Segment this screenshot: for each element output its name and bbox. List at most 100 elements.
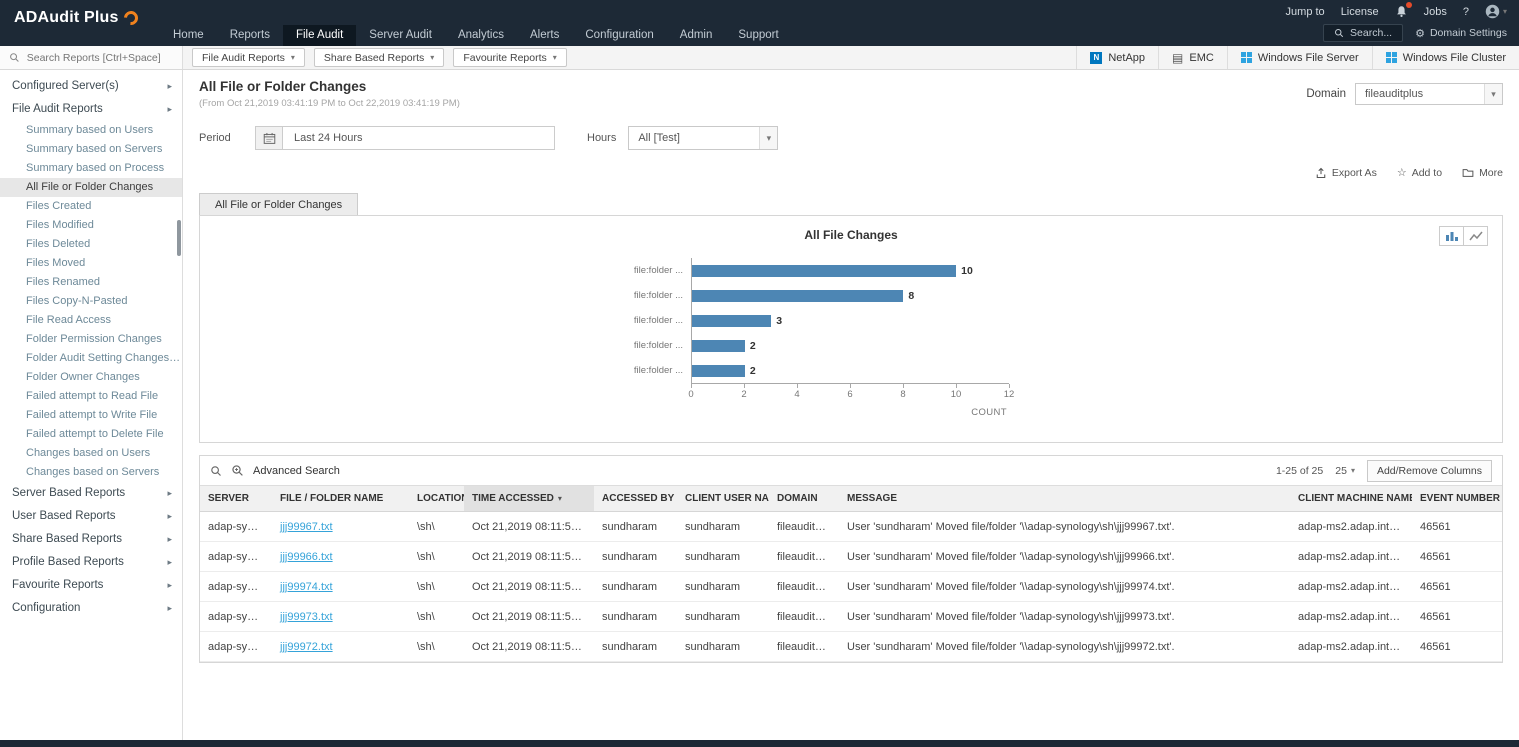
file-link[interactable]: jjj99966.txt — [272, 542, 409, 572]
sidebar-item-file-read-access[interactable]: File Read Access — [0, 311, 182, 330]
sidebar-item-folder-audit-setting-changes-sacl[interactable]: Folder Audit Setting Changes(SACL) — [0, 349, 182, 368]
period-field[interactable]: Last 24 Hours — [255, 126, 555, 150]
sidebar-item-profile-based-reports[interactable]: Profile Based Reports▸ — [0, 551, 182, 574]
nav-tab-support[interactable]: Support — [725, 25, 791, 46]
sidebar-item-user-based-reports[interactable]: User Based Reports▸ — [0, 505, 182, 528]
column-header-event-number[interactable]: EVENT NUMBER — [1412, 486, 1502, 512]
notifications-bell-icon[interactable] — [1395, 5, 1408, 18]
sidebar-item-file-audit-reports[interactable]: File Audit Reports▸ — [0, 98, 182, 121]
menu-file-audit-reports[interactable]: File Audit Reports▾ — [192, 48, 305, 67]
chevron-right-icon: ▸ — [167, 482, 172, 505]
sidebar-item-files-renamed[interactable]: Files Renamed — [0, 273, 182, 292]
cell-event: 46561 — [1412, 572, 1502, 602]
column-header-message[interactable]: MESSAGE — [839, 486, 1290, 512]
cell-accessed-by: sundharam — [594, 572, 677, 602]
report-search-input[interactable] — [27, 52, 173, 64]
line-chart-toggle-icon[interactable] — [1463, 226, 1488, 246]
report-search[interactable] — [0, 46, 183, 69]
storage-windows-file-cluster[interactable]: Windows File Cluster — [1372, 46, 1519, 69]
column-header-client-user-name[interactable]: CLIENT USER NAME — [677, 486, 769, 512]
sidebar-item-files-moved[interactable]: Files Moved — [0, 254, 182, 273]
storage-windows-file-server[interactable]: Windows File Server — [1227, 46, 1372, 69]
nav-tab-home[interactable]: Home — [160, 25, 217, 46]
sidebar-item-files-deleted[interactable]: Files Deleted — [0, 235, 182, 254]
help-link[interactable]: ? — [1463, 6, 1469, 18]
search-icon[interactable] — [210, 465, 222, 477]
advanced-search-icon[interactable] — [231, 464, 244, 477]
sidebar-item-summary-based-on-users[interactable]: Summary based on Users — [0, 121, 182, 140]
sidebar-item-files-modified[interactable]: Files Modified — [0, 216, 182, 235]
advanced-search-link[interactable]: Advanced Search — [253, 465, 340, 477]
bar-chart-toggle-icon[interactable] — [1439, 226, 1464, 246]
domain-select-value: fileauditplus — [1356, 88, 1484, 100]
domain-label: Domain — [1306, 88, 1346, 100]
sidebar-scrollbar[interactable] — [177, 220, 181, 256]
file-link[interactable]: jjj99967.txt — [272, 512, 409, 542]
nav-tab-server-audit[interactable]: Server Audit — [356, 25, 445, 46]
cell-accessed-by: sundharam — [594, 632, 677, 662]
column-header-file-folder-name[interactable]: FILE / FOLDER NAME — [272, 486, 409, 512]
jobs-link[interactable]: Jobs — [1424, 6, 1447, 18]
tab-all-file-or-folder-changes[interactable]: All File or Folder Changes — [199, 193, 358, 216]
jump-to-link[interactable]: Jump to — [1286, 6, 1325, 18]
sidebar-item-share-based-reports[interactable]: Share Based Reports▸ — [0, 528, 182, 551]
axis-tick-label: 10 — [951, 389, 962, 400]
file-link[interactable]: jjj99974.txt — [272, 572, 409, 602]
sidebar-item-configuration[interactable]: Configuration▸ — [0, 597, 182, 620]
sidebar-item-changes-based-on-servers[interactable]: Changes based on Servers — [0, 463, 182, 482]
sidebar-item-configured-server-s[interactable]: Configured Server(s)▸ — [0, 75, 182, 98]
storage-emc[interactable]: ▤EMC — [1158, 46, 1227, 69]
column-header-accessed-by[interactable]: ACCESSED BY — [594, 486, 677, 512]
user-menu[interactable]: ▾ — [1485, 4, 1507, 19]
file-link[interactable]: jjj99972.txt — [272, 632, 409, 662]
sidebar-item-folder-owner-changes[interactable]: Folder Owner Changes — [0, 368, 182, 387]
nav-tab-admin[interactable]: Admin — [667, 25, 726, 46]
nav-tab-analytics[interactable]: Analytics — [445, 25, 517, 46]
menu-share-based-reports[interactable]: Share Based Reports▾ — [314, 48, 444, 67]
sidebar-item-folder-permission-changes[interactable]: Folder Permission Changes — [0, 330, 182, 349]
sidebar-item-favourite-reports[interactable]: Favourite Reports▸ — [0, 574, 182, 597]
windows-icon — [1241, 52, 1252, 63]
column-header-location[interactable]: LOCATION — [409, 486, 464, 512]
domain-settings-link[interactable]: ⚙ Domain Settings — [1415, 27, 1507, 40]
menu-favourite-reports[interactable]: Favourite Reports▾ — [453, 48, 566, 67]
global-search[interactable]: Search... — [1323, 24, 1403, 42]
sidebar-item-all-file-or-folder-changes[interactable]: All File or Folder Changes — [0, 178, 182, 197]
column-header-domain[interactable]: DOMAIN — [769, 486, 839, 512]
column-header-time-accessed[interactable]: TIME ACCESSED▾ — [464, 486, 594, 512]
export-as-label: Export As — [1332, 167, 1377, 179]
sidebar-item-summary-based-on-process[interactable]: Summary based on Process — [0, 159, 182, 178]
cell-location: \sh\ — [409, 572, 464, 602]
calendar-icon[interactable] — [256, 127, 283, 149]
storage-netapp[interactable]: NNetApp — [1076, 46, 1158, 69]
sidebar-item-failed-attempt-to-delete-file[interactable]: Failed attempt to Delete File — [0, 425, 182, 444]
column-header-server[interactable]: SERVER — [200, 486, 272, 512]
page-size-select[interactable]: 25 ▾ — [1335, 465, 1355, 477]
sidebar-item-changes-based-on-users[interactable]: Changes based on Users — [0, 444, 182, 463]
sidebar-item-summary-based-on-servers[interactable]: Summary based on Servers — [0, 140, 182, 159]
nav-tab-configuration[interactable]: Configuration — [572, 25, 666, 46]
netapp-icon: N — [1090, 52, 1102, 64]
add-remove-columns-button[interactable]: Add/Remove Columns — [1367, 460, 1492, 482]
nav-tab-reports[interactable]: Reports — [217, 25, 283, 46]
sidebar-item-server-based-reports[interactable]: Server Based Reports▸ — [0, 482, 182, 505]
chart-track: 10 — [691, 258, 1009, 283]
domain-select[interactable]: fileauditplus ▾ — [1355, 83, 1503, 105]
export-as-button[interactable]: Export As — [1315, 166, 1377, 179]
axis-tick-label: 2 — [741, 389, 746, 400]
file-link[interactable]: jjj99973.txt — [272, 602, 409, 632]
sidebar-item-failed-attempt-to-read-file[interactable]: Failed attempt to Read File — [0, 387, 182, 406]
sidebar-item-failed-attempt-to-write-file[interactable]: Failed attempt to Write File — [0, 406, 182, 425]
sidebar-item-files-created[interactable]: Files Created — [0, 197, 182, 216]
storage-label: EMC — [1189, 52, 1213, 64]
nav-tab-alerts[interactable]: Alerts — [517, 25, 572, 46]
license-link[interactable]: License — [1341, 6, 1379, 18]
add-to-button[interactable]: ☆ Add to — [1397, 166, 1442, 179]
sidebar-item-label: File Audit Reports — [12, 98, 103, 121]
nav-tab-file-audit[interactable]: File Audit — [283, 25, 356, 46]
column-header-client-machine-name[interactable]: CLIENT MACHINE NAME — [1290, 486, 1412, 512]
more-button[interactable]: More — [1462, 166, 1503, 179]
sidebar: Configured Server(s)▸File Audit Reports▸… — [0, 70, 183, 740]
sidebar-item-files-copy-n-pasted[interactable]: Files Copy-N-Pasted — [0, 292, 182, 311]
hours-select[interactable]: All [Test] ▾ — [628, 126, 778, 150]
